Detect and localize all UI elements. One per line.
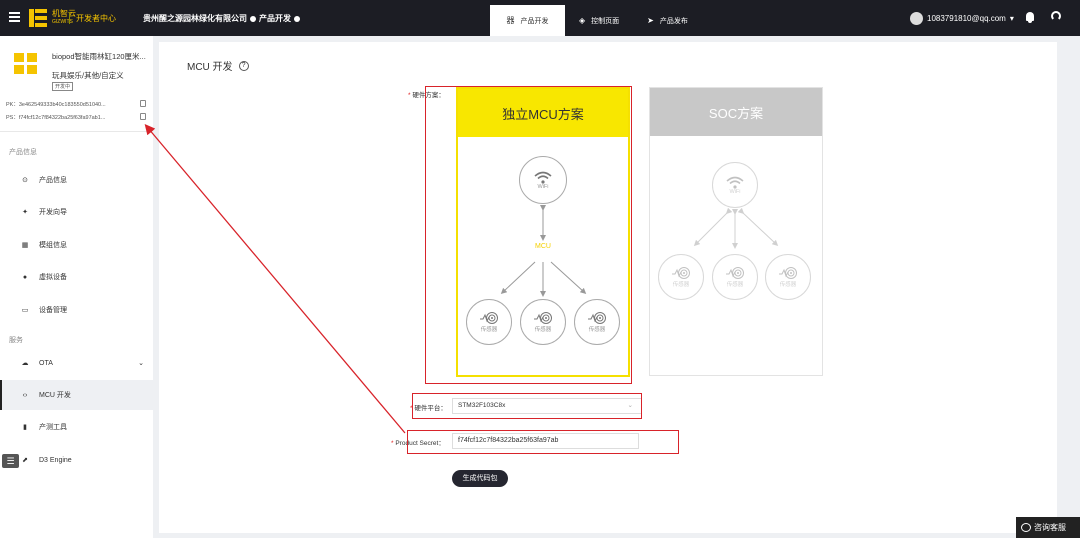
- product-name: biopod智能雨林缸120厘米...: [52, 52, 146, 61]
- sidebar-item-product-info[interactable]: ⊙ 产品信息: [0, 165, 153, 195]
- sensor-node: 传感器: [765, 254, 811, 300]
- copy-icon[interactable]: [140, 113, 146, 120]
- tool-icon: ▮: [23, 424, 27, 431]
- company-switcher[interactable]: 贵州醒之源园林绿化有限公司 产品开发: [143, 13, 300, 24]
- generate-code-button[interactable]: 生成代码包: [452, 470, 508, 487]
- tab-label: 产品发布: [659, 17, 688, 25]
- product-key: PK：3e462549333b40c183550d51040...: [6, 102, 106, 108]
- section-service: 服务: [9, 337, 23, 344]
- sensor-icon: [779, 267, 797, 279]
- cloud-icon: ☁: [21, 360, 29, 367]
- product-secret-short: PS：f74fcf12c7f84322ba25f63fa97ab1...: [6, 115, 106, 121]
- sidebar-item-virtual-device[interactable]: ● 虚拟设备: [0, 262, 153, 292]
- copy-icon[interactable]: [140, 100, 146, 107]
- diamond-icon: ◈: [579, 16, 586, 25]
- page-title: MCU 开发 ?: [187, 58, 249, 73]
- avatar: [910, 12, 923, 25]
- user-menu[interactable]: 1083791810@qq.com ▾: [910, 12, 1014, 25]
- brand-name: 机智云: [52, 9, 76, 18]
- tab-label: 产品开发: [520, 17, 549, 25]
- device-icon: ●: [22, 273, 28, 281]
- pin-icon: ✦: [22, 209, 28, 216]
- info-icon: ⊙: [22, 177, 28, 184]
- card-soc-solution[interactable]: SOC方案: [649, 87, 823, 376]
- sidebar-item-label: 虚拟设备: [39, 274, 67, 281]
- product-menu-label: 产品开发: [259, 14, 291, 23]
- customer-service-button[interactable]: 咨询客服: [1016, 517, 1080, 538]
- sidebar-item-label: 产品信息: [39, 177, 67, 184]
- sensor-icon: [672, 267, 690, 279]
- menu-icon[interactable]: [9, 12, 20, 22]
- sidebar-item-dev-guide[interactable]: ✦ 开发向导: [0, 197, 153, 227]
- page-title-text: MCU 开发: [187, 62, 233, 73]
- sensor-icon: [726, 267, 744, 279]
- product-icon: [14, 53, 38, 75]
- sidebar-item-mcu-dev[interactable]: ‹› MCU 开发: [0, 380, 153, 410]
- wifi-icon: [726, 176, 744, 189]
- sidebar: biopod智能雨林缸120厘米... 玩具娱乐/其他/自定义 开发中 PK：3…: [0, 36, 153, 538]
- manage-icon: ▭: [21, 307, 29, 314]
- chevron-down-icon: ⌄: [138, 360, 144, 367]
- bell-icon[interactable]: [1026, 12, 1034, 23]
- tab-control-page[interactable]: ◈ 控制页面: [565, 5, 633, 36]
- sidebar-item-label: 模组信息: [39, 242, 67, 249]
- sidebar-item-d3-engine[interactable]: ⬈ D3 Engine: [0, 445, 153, 475]
- top-bar: 机智云 GIZWITS 开发者中心 贵州醒之源园林绿化有限公司 产品开发 器 产…: [0, 0, 1080, 36]
- sidebar-item-module-info[interactable]: ▦ 模组信息: [0, 230, 153, 260]
- sidebar-item-label: OTA: [39, 359, 53, 367]
- sidebar-item-device-manage[interactable]: ▭ 设备管理: [0, 295, 153, 325]
- card-title: SOC方案: [650, 88, 822, 136]
- sidebar-item-label: 设备管理: [39, 307, 67, 314]
- tab-label: 控制页面: [591, 17, 620, 25]
- tab-product-dev[interactable]: 器 产品开发: [490, 5, 565, 36]
- sensor-node: 传感器: [712, 254, 758, 300]
- chat-icon: [1021, 523, 1031, 532]
- sidebar-item-test-tool[interactable]: ▮ 产测工具: [0, 412, 153, 442]
- company-name: 贵州醒之源园林绿化有限公司: [143, 14, 247, 23]
- sidebar-item-label: 产测工具: [39, 424, 67, 431]
- code-icon: ‹›: [22, 391, 28, 399]
- highlight-box: [407, 430, 679, 454]
- user-email: 1083791810@qq.com: [927, 14, 1006, 23]
- dev-center-label[interactable]: 开发者中心: [76, 13, 116, 24]
- highlight-box: [412, 393, 642, 419]
- sensor-node: 传感器: [658, 254, 704, 300]
- gizwits-logo: [29, 9, 47, 27]
- sidebar-item-label: 开发向导: [39, 209, 67, 216]
- sidebar-item-ota[interactable]: ☁ OTA ⌄: [0, 348, 153, 378]
- help-icon[interactable]: ?: [238, 60, 249, 71]
- tab-product-release[interactable]: ➤ 产品发布: [633, 5, 702, 36]
- divider: [69, 12, 70, 24]
- gear-icon: [250, 15, 256, 22]
- grid-icon: 器: [506, 16, 515, 25]
- service-label: 咨询客服: [1034, 523, 1066, 532]
- collapse-menu-icon[interactable]: ☰: [2, 454, 19, 468]
- status-badge: 开发中: [52, 82, 74, 91]
- wifi-node: WiFi: [712, 162, 758, 208]
- chevron-down-icon: ▾: [1009, 14, 1014, 23]
- engine-icon: ⬈: [22, 457, 28, 464]
- sidebar-item-label: MCU 开发: [39, 392, 71, 399]
- main-tabs: 器 产品开发 ◈ 控制页面 ➤ 产品发布: [490, 5, 702, 36]
- sidebar-item-label: D3 Engine: [39, 456, 72, 464]
- highlight-box: [425, 86, 632, 384]
- headset-icon[interactable]: [1051, 11, 1061, 21]
- section-product-info: 产品信息: [9, 149, 37, 156]
- gear-icon: [294, 15, 300, 22]
- send-icon: ➤: [647, 16, 654, 25]
- module-icon: ▦: [21, 242, 29, 249]
- divider: [0, 131, 153, 132]
- product-category: 玩具娱乐/其他/自定义: [52, 71, 124, 80]
